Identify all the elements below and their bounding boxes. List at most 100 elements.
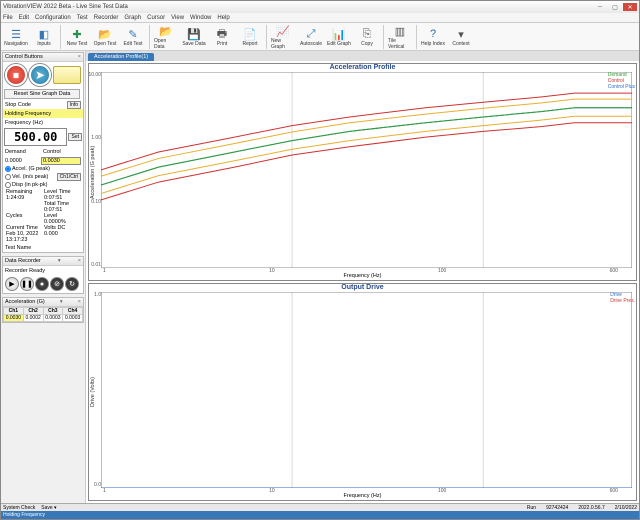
charts-container: Acceleration ProfileAcceleration (G peak… xyxy=(86,61,639,503)
disp-radio[interactable] xyxy=(5,182,11,188)
maximize-button[interactable]: ▢ xyxy=(608,3,622,11)
toolbar-save-data[interactable]: 💾Save Data xyxy=(181,24,207,50)
acc-val: 0.0003 xyxy=(43,315,63,322)
acc-val: 0.0030 xyxy=(4,315,24,322)
disp-radio-label: Disp (in pk-pk) xyxy=(12,182,47,188)
report-icon: 📄 xyxy=(242,27,258,41)
toolbar-edit-graph[interactable]: 📊Edit Graph xyxy=(326,24,352,50)
toolbar-help-index[interactable]: ?Help Index xyxy=(420,24,446,50)
toolbar-label: Navigation xyxy=(4,41,28,47)
stop-code-label: Stop Code xyxy=(5,102,66,108)
chart-1[interactable]: Output DriveDrive (Volts)1.00.0110100600… xyxy=(88,283,637,501)
menu-window[interactable]: Window xyxy=(190,15,211,21)
rec-loop-button[interactable]: ↻ xyxy=(65,277,79,291)
status-left: System Check xyxy=(3,505,35,511)
stop-button[interactable]: ⏹ xyxy=(5,64,27,86)
menu-help[interactable]: Help xyxy=(217,15,229,21)
control-value: 0.0030 xyxy=(41,157,81,165)
menu-cursor[interactable]: Cursor xyxy=(147,15,165,21)
menu-test[interactable]: Test xyxy=(77,15,88,21)
demand-label: Demand xyxy=(5,149,43,155)
set-button[interactable]: Set xyxy=(68,133,82,141)
accel-radio[interactable] xyxy=(5,166,11,172)
panel-close-icon[interactable]: × xyxy=(78,258,81,264)
toolbar-open-data[interactable]: 📂Open Data xyxy=(153,24,179,50)
toolbar-context[interactable]: ▾Context xyxy=(448,24,474,50)
new-test-icon: ✚ xyxy=(69,27,85,41)
acc-val: 0.0003 xyxy=(63,315,83,322)
toolbar: ☰Navigation◧Inputs✚New Test📂Open Test✎Ed… xyxy=(1,23,639,51)
rec-play-button[interactable]: ▶ xyxy=(5,277,19,291)
menu-bar: File Edit Configuration Test Recorder Graph Cu… xyxy=(1,13,639,23)
menu-recorder[interactable]: Recorder xyxy=(94,15,119,21)
accel-table: Ch1Ch2Ch3Ch40.00300.00020.00030.0003 xyxy=(3,307,83,322)
tab-accel-profile[interactable]: Acceleration Profile(1) xyxy=(88,53,154,61)
toolbar-print[interactable]: 🖶Print xyxy=(209,24,235,50)
autoscale-icon: ⤢ xyxy=(303,27,319,41)
close-button[interactable]: ✕ xyxy=(623,3,637,11)
toolbar-label: Print xyxy=(217,41,227,47)
menu-graph[interactable]: Graph xyxy=(124,15,141,21)
run-button[interactable]: ➤ xyxy=(29,64,51,86)
toolbar-report[interactable]: 📄Report xyxy=(237,24,263,50)
curtime-value: Feb 10, 2022 13:17:23 xyxy=(5,231,43,243)
rec-stop-button[interactable]: ⊘ xyxy=(50,277,64,291)
vel-radio[interactable] xyxy=(5,174,11,180)
acceleration-panel: Acceleration (G)▾× Ch1Ch2Ch3Ch40.00300.0… xyxy=(2,297,84,323)
toolbar-label: Help Index xyxy=(421,41,445,47)
toolbar-open-test[interactable]: 📂Open Test xyxy=(92,24,118,50)
info-button[interactable]: Info xyxy=(67,101,81,109)
minimize-button[interactable]: ─ xyxy=(593,3,607,11)
toolbar-label: Edit Graph xyxy=(327,41,351,47)
menu-file[interactable]: File xyxy=(3,15,13,21)
status-save[interactable]: Save ▾ xyxy=(41,505,56,511)
menu-configuration[interactable]: Configuration xyxy=(35,15,71,21)
status-date: 2/10/2022 xyxy=(615,505,637,511)
channel-button[interactable]: Ch1/Ctrl xyxy=(57,173,81,181)
x-axis-label: Frequency (Hz) xyxy=(89,493,636,499)
panel-close-icon[interactable]: × xyxy=(78,54,81,60)
freq-value[interactable]: 500.00 xyxy=(4,128,67,146)
status-run: Run xyxy=(527,505,536,511)
menu-edit[interactable]: Edit xyxy=(19,15,29,21)
panel-close-icon[interactable]: × xyxy=(78,299,81,305)
toolbar-label: Autoscale xyxy=(300,41,322,47)
level-slider[interactable] xyxy=(53,66,81,84)
toolbar-inputs[interactable]: ◧Inputs xyxy=(31,24,57,50)
chart-0[interactable]: Acceleration ProfileAcceleration (G peak… xyxy=(88,63,637,281)
copy-icon: ⎘ xyxy=(359,27,375,41)
title-bar: VibrationVIEW 2022 Beta - Live Sine Test… xyxy=(1,1,639,13)
toolbar-label: Context xyxy=(452,41,469,47)
chart-legend: DriveDrive Pres. xyxy=(610,292,635,304)
toolbar-navigation[interactable]: ☰Navigation xyxy=(3,24,29,50)
x-axis-label: Frequency (Hz) xyxy=(89,273,636,279)
toolbar-label: Tile Vertical xyxy=(388,38,412,50)
left-sidebar: Control Buttons× ⏹ ➤ Reset Sine Graph Da… xyxy=(1,51,86,503)
panel-pin-icon[interactable]: ▾ xyxy=(60,299,63,305)
tab-bar: Acceleration Profile(1) xyxy=(86,51,639,61)
accel-radio-label: Accel. (G peak) xyxy=(12,166,50,172)
accel-header: Acceleration (G) xyxy=(5,299,45,305)
rec-pause-button[interactable]: ❚❚ xyxy=(20,277,34,291)
toolbar-new-test[interactable]: ✚New Test xyxy=(64,24,90,50)
edit-test-icon: ✎ xyxy=(125,27,141,41)
panel-pin-icon[interactable]: ▾ xyxy=(58,258,61,264)
toolbar-autoscale[interactable]: ⤢Autoscale xyxy=(298,24,324,50)
toolbar-edit-test[interactable]: ✎Edit Test xyxy=(120,24,146,50)
reset-graph-button[interactable]: Reset Sine Graph Data xyxy=(4,89,80,99)
toolbar-copy[interactable]: ⎘Copy xyxy=(354,24,380,50)
main-area: Acceleration Profile(1) Acceleration Pro… xyxy=(86,51,639,503)
save-data-icon: 💾 xyxy=(186,27,202,41)
toolbar-label: New Graph xyxy=(271,38,295,50)
toolbar-new-graph[interactable]: 📈New Graph xyxy=(270,24,296,50)
acc-col: Ch4 xyxy=(63,308,83,315)
menu-view[interactable]: View xyxy=(171,15,184,21)
vdc-value: 0.000 xyxy=(43,231,81,243)
chart-title: Output Drive xyxy=(89,284,636,291)
rec-record-button[interactable]: ● xyxy=(35,277,49,291)
context-icon: ▾ xyxy=(453,27,469,41)
plot-area[interactable] xyxy=(101,292,632,488)
plot-area[interactable] xyxy=(101,72,632,268)
new-graph-icon: 📈 xyxy=(275,25,291,38)
toolbar-tile-vertical[interactable]: ▥Tile Vertical xyxy=(387,24,413,50)
